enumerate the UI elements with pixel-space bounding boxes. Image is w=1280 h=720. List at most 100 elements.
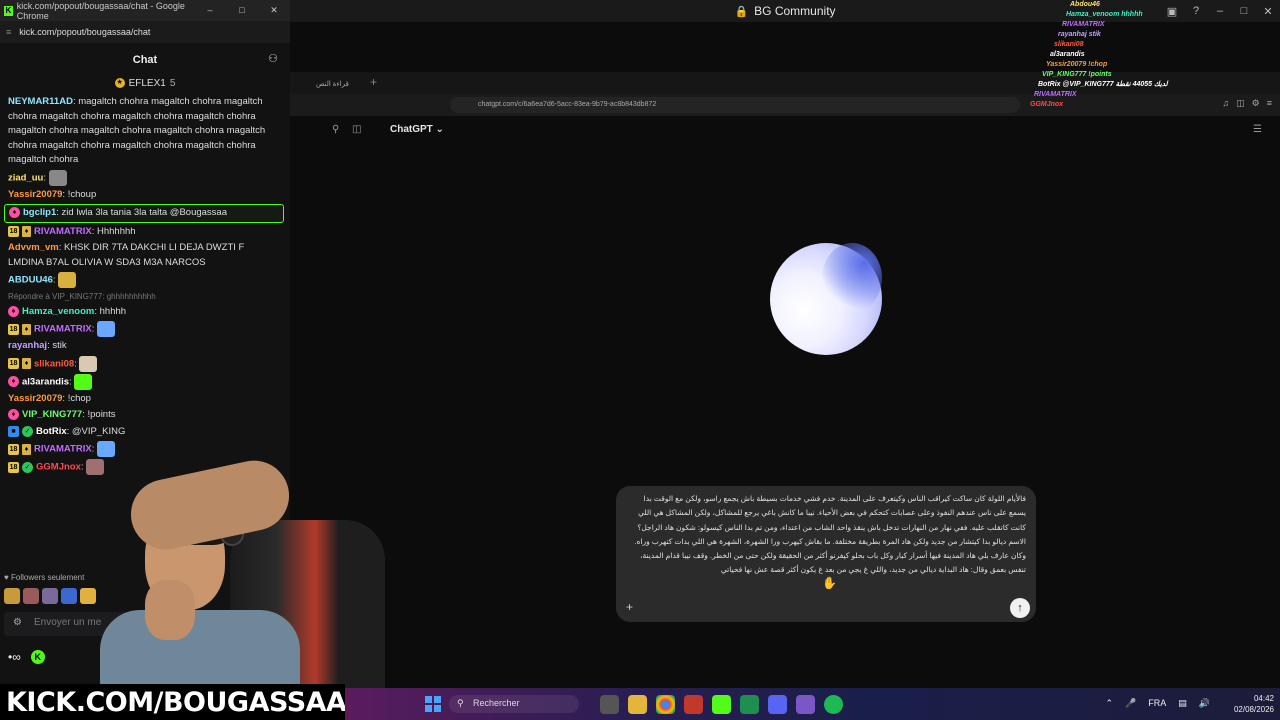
minimize-button[interactable]: – bbox=[194, 5, 226, 16]
volume-icon[interactable]: 🔊 bbox=[1199, 698, 1210, 709]
chat-url[interactable]: kick.com/popout/bougassaa/chat bbox=[19, 27, 150, 37]
extensions-icon[interactable]: ⚙ bbox=[1252, 98, 1260, 109]
emote[interactable] bbox=[4, 588, 20, 604]
kick-logo-icon: K bbox=[4, 5, 13, 16]
chat-text: Hhhhhhh bbox=[96, 225, 136, 237]
badge-icon: ♦ bbox=[8, 376, 19, 388]
badge-icon: ♦ bbox=[8, 409, 19, 421]
chat-username[interactable]: rayanhaj bbox=[8, 340, 47, 351]
settings-icon[interactable]: ☰ bbox=[1253, 124, 1262, 135]
tray-chevron-icon[interactable]: ⌃ bbox=[1106, 698, 1114, 709]
chat-message: ♦ Hamza_venoom: hhhhh bbox=[0, 305, 290, 320]
chat-username[interactable]: ABDUU46 bbox=[8, 275, 53, 286]
taskbar-clock[interactable]: 04:42 02/08/2026 bbox=[1234, 693, 1274, 715]
search-icon: ⚲ bbox=[457, 698, 464, 708]
emote[interactable] bbox=[61, 588, 77, 604]
taskbar-search[interactable]: ⚲ Rechercher bbox=[449, 695, 579, 713]
chat-username[interactable]: al3arandis bbox=[22, 376, 69, 387]
new-tab-button[interactable]: + bbox=[370, 75, 377, 89]
mic-icon[interactable]: 🎤 bbox=[1125, 698, 1136, 709]
chat-username[interactable]: GGMJnox bbox=[36, 462, 81, 473]
badge-icon: ♦ bbox=[8, 305, 19, 317]
discord-icon[interactable] bbox=[768, 695, 787, 714]
chat-username[interactable]: RIVAMATRIX bbox=[34, 324, 92, 335]
chat-text: !points bbox=[87, 409, 116, 421]
media-icon[interactable]: ♫ bbox=[1222, 98, 1229, 109]
chat-message: Yassir20079: !chop bbox=[8, 392, 91, 404]
chat-bottom-bar: •∞ K bbox=[8, 650, 45, 664]
message-composer[interactable]: فالأيام اللولة كان ساكت كيراقب الناس وكي… bbox=[616, 486, 1036, 622]
chat-message: 18 ♦ RIVAMATRIX: bbox=[0, 441, 290, 458]
search-icon[interactable]: ⚲ bbox=[332, 124, 339, 135]
connections-icon[interactable]: •∞ bbox=[8, 650, 21, 664]
chat-message: 18 ♦ RIVAMATRIX: bbox=[0, 321, 290, 338]
menu-icon[interactable]: ≡ bbox=[1267, 98, 1272, 109]
app-icon[interactable] bbox=[684, 695, 703, 714]
app-icon[interactable] bbox=[796, 695, 815, 714]
plus-icon[interactable]: + bbox=[626, 600, 633, 614]
settings-icon[interactable]: ⚙ bbox=[13, 617, 22, 628]
mouse-cursor: ✋ bbox=[822, 576, 837, 590]
emote[interactable] bbox=[23, 588, 39, 604]
help-icon[interactable]: ? bbox=[1184, 5, 1208, 17]
chat-message: Advvm_vm: KHSK DIR 7TA DAKCHI LI DEJA DW… bbox=[8, 242, 245, 268]
url-field[interactable]: chatgpt.com/c/6a6ea7d6-5acc-83ea-9b79-ac… bbox=[450, 97, 1020, 113]
users-icon[interactable]: ⚇ bbox=[268, 52, 278, 65]
kick-app-icon[interactable] bbox=[712, 695, 731, 714]
overlay-chat-line: al3arandis bbox=[1050, 51, 1085, 58]
chat-username[interactable]: slikani08 bbox=[34, 358, 74, 369]
spotify-icon[interactable] bbox=[824, 695, 843, 714]
maximize-button[interactable]: □ bbox=[226, 5, 258, 16]
chat-username[interactable]: Advvm_vm bbox=[8, 242, 59, 253]
badge-icon: ✓ bbox=[22, 425, 33, 437]
badge-icon: ■ bbox=[8, 425, 19, 437]
badge-icon: ♦ bbox=[22, 225, 31, 237]
pinned-gift[interactable]: ★ EFLEX1 5 bbox=[0, 76, 290, 90]
chat-username[interactable]: Hamza_venoom bbox=[22, 306, 94, 317]
pinned-user: EFLEX1 bbox=[128, 77, 166, 89]
overlay-chat-line: RIVAMATRIX bbox=[1034, 91, 1077, 98]
app-icon[interactable] bbox=[740, 695, 759, 714]
date: 02/08/2026 bbox=[1233, 705, 1274, 714]
emote bbox=[48, 169, 67, 186]
emote[interactable] bbox=[42, 588, 58, 604]
badge-icon: 18 bbox=[8, 323, 19, 335]
wifi-icon[interactable]: ▤ bbox=[1178, 698, 1187, 709]
maximize-button[interactable]: □ bbox=[1232, 5, 1256, 17]
chat-username[interactable]: NEYMAR11AD bbox=[8, 96, 73, 107]
chrome-icon[interactable] bbox=[656, 695, 675, 714]
overlay-chat-line: RIVAMATRIX bbox=[1062, 21, 1105, 28]
chat-title: Chat bbox=[132, 53, 158, 66]
chat-username[interactable]: BotRix bbox=[36, 426, 67, 437]
taskbar-apps bbox=[600, 695, 843, 714]
screenshot-icon[interactable]: ▣ bbox=[1160, 5, 1184, 18]
windows-start-icon[interactable] bbox=[425, 696, 441, 712]
site-info-icon[interactable]: ≡ bbox=[6, 27, 11, 37]
inner-tab[interactable]: قراءة النص bbox=[310, 76, 372, 94]
chat-username[interactable]: bgclip1 bbox=[23, 207, 56, 218]
emote bbox=[74, 373, 93, 390]
chat-text: zid lwla 3la tania 3la talta @Bougassaa bbox=[61, 207, 227, 219]
close-button[interactable]: ✕ bbox=[258, 5, 290, 16]
chat-username[interactable]: RIVAMATRIX bbox=[34, 226, 92, 237]
task-view-icon[interactable] bbox=[600, 695, 619, 714]
sidebar-toggle-icon[interactable]: ◫ bbox=[352, 124, 361, 135]
chat-username[interactable]: ziad_uu bbox=[8, 172, 43, 183]
sidebar-icon[interactable]: ◫ bbox=[1236, 98, 1245, 109]
kick-icon[interactable]: K bbox=[30, 650, 45, 664]
file-explorer-icon[interactable] bbox=[628, 695, 647, 714]
minimize-button[interactable]: – bbox=[1208, 5, 1232, 17]
overlay-chat-line: VIP_KING777 !points bbox=[1042, 71, 1112, 78]
chat-username[interactable]: VIP_KING777 bbox=[22, 409, 82, 420]
close-button[interactable]: ✕ bbox=[1256, 5, 1280, 18]
chat-username[interactable]: Yassir20079 bbox=[8, 393, 62, 404]
language-indicator[interactable]: FRA bbox=[1148, 698, 1166, 709]
model-selector[interactable]: ChatGPT ⌄ bbox=[390, 124, 444, 135]
chat-message: 18 ♦ RIVAMATRIX: Hhhhhhh bbox=[8, 225, 136, 237]
send-arrow-icon[interactable]: ↑ bbox=[1010, 598, 1030, 618]
chat-username[interactable]: Yassir20079 bbox=[8, 189, 62, 200]
chat-username[interactable]: RIVAMATRIX bbox=[34, 444, 92, 455]
lock-icon: 🔒 bbox=[734, 5, 749, 18]
chat-message: ziad_uu: bbox=[0, 169, 290, 186]
time: 04:42 bbox=[1253, 694, 1274, 703]
